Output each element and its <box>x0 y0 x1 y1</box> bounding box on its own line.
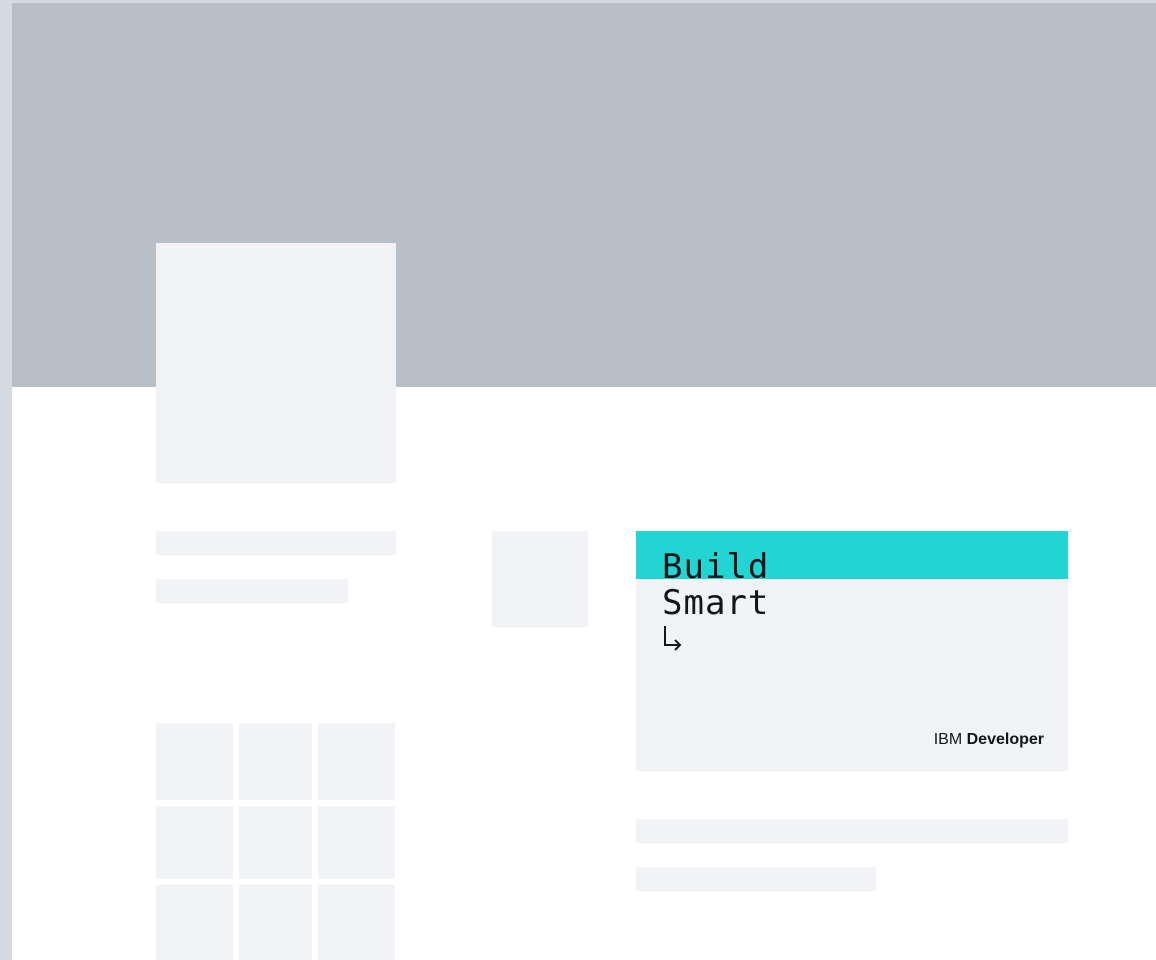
promo-card-title-line-2: Smart <box>662 583 770 623</box>
profile-page: Build Smart IBM Developer <box>12 3 1156 960</box>
avatar-placeholder <box>156 243 396 483</box>
post-text-placeholder-short <box>636 867 876 891</box>
gallery-tile-placeholder <box>318 723 395 800</box>
gallery-tile-placeholder <box>156 723 233 800</box>
promo-card-title: Build Smart <box>662 549 769 621</box>
brand-prefix: IBM <box>933 731 963 748</box>
gallery-tile-placeholder <box>239 723 312 800</box>
promo-card[interactable]: Build Smart IBM Developer <box>636 531 1068 771</box>
gallery-tile-placeholder <box>156 806 233 879</box>
gallery-tile-placeholder <box>318 885 395 960</box>
gallery-tile-placeholder <box>239 885 312 960</box>
gallery-tile-placeholder <box>239 806 312 879</box>
gallery-tile-placeholder <box>156 885 233 960</box>
brand-name: Developer <box>966 731 1044 748</box>
ibm-developer-logo: IBM Developer <box>934 731 1044 749</box>
profile-name-placeholder <box>156 531 396 555</box>
post-author-thumbnail-placeholder <box>492 531 588 627</box>
gallery-grid-placeholder <box>156 723 396 960</box>
promo-card-title-line-1: Build <box>662 547 770 587</box>
arrow-down-right-icon <box>664 626 682 651</box>
profile-subtitle-placeholder <box>156 579 348 603</box>
gallery-tile-placeholder <box>318 806 395 879</box>
post-text-placeholder <box>636 819 1068 843</box>
